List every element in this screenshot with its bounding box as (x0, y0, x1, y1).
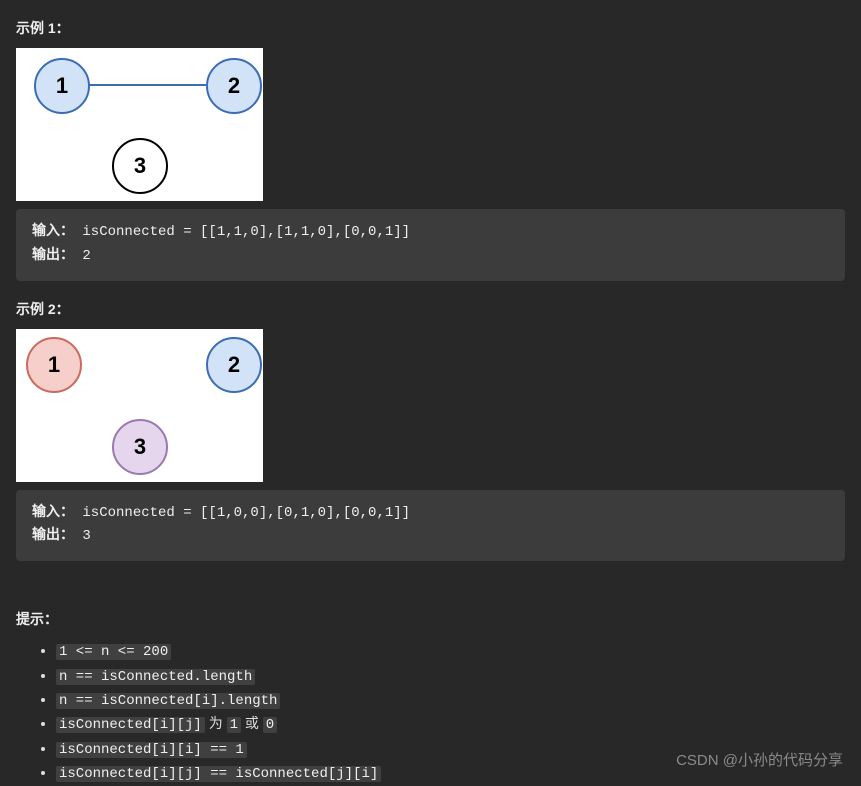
hint-code: 0 (263, 717, 277, 733)
output-value: 2 (82, 248, 90, 264)
hint-code: n == isConnected.length (56, 669, 255, 685)
example1-diagram: 1 2 3 (16, 48, 263, 201)
output-label: 输出： (32, 248, 74, 264)
list-item: isConnected[i][i] == 1 (56, 737, 845, 761)
hint-code: isConnected[i][j] == isConnected[j][i] (56, 766, 381, 782)
example1-code: 输入： isConnected = [[1,1,0],[1,1,0],[0,0,… (16, 209, 845, 281)
node-3-label: 3 (134, 153, 146, 179)
list-item: isConnected[i][j] == isConnected[j][i] (56, 761, 845, 785)
hint-code: n == isConnected[i].length (56, 693, 280, 709)
edge-1-2 (74, 84, 206, 86)
node-2: 2 (206, 58, 262, 114)
input-label: 输入： (32, 224, 74, 240)
output-label: 输出： (32, 528, 74, 544)
example2-diagram: 1 2 3 (16, 329, 263, 482)
hint-code: 1 (227, 717, 241, 733)
node-1-label: 1 (56, 73, 68, 99)
hint-code: 1 <= n <= 200 (56, 644, 171, 660)
node-1: 1 (26, 337, 82, 393)
node-1-label: 1 (48, 352, 60, 378)
hint-text: 为 (205, 715, 227, 731)
output-value: 3 (82, 528, 90, 544)
hint-text: 或 (241, 715, 263, 731)
node-2: 2 (206, 337, 262, 393)
hint-code: isConnected[i][j] (56, 717, 205, 733)
hint-code: isConnected[i][i] == 1 (56, 742, 247, 758)
list-item: n == isConnected[i].length (56, 688, 845, 712)
hints-heading: 提示： (16, 609, 845, 629)
node-2-label: 2 (228, 352, 240, 378)
hints-list: 1 <= n <= 200 n == isConnected.length n … (16, 639, 845, 785)
input-value: isConnected = [[1,1,0],[1,1,0],[0,0,1]] (82, 224, 410, 240)
node-1: 1 (34, 58, 90, 114)
list-item: isConnected[i][j] 为 1 或 0 (56, 712, 845, 736)
example2-code: 输入： isConnected = [[1,0,0],[0,1,0],[0,0,… (16, 490, 845, 562)
list-item: n == isConnected.length (56, 664, 845, 688)
input-value: isConnected = [[1,0,0],[0,1,0],[0,0,1]] (82, 505, 410, 521)
list-item: 1 <= n <= 200 (56, 639, 845, 663)
input-label: 输入： (32, 505, 74, 521)
node-2-label: 2 (228, 73, 240, 99)
example2-heading: 示例 2： (16, 299, 845, 319)
node-3: 3 (112, 419, 168, 475)
example1-heading: 示例 1： (16, 18, 845, 38)
node-3-label: 3 (134, 434, 146, 460)
node-3: 3 (112, 138, 168, 194)
